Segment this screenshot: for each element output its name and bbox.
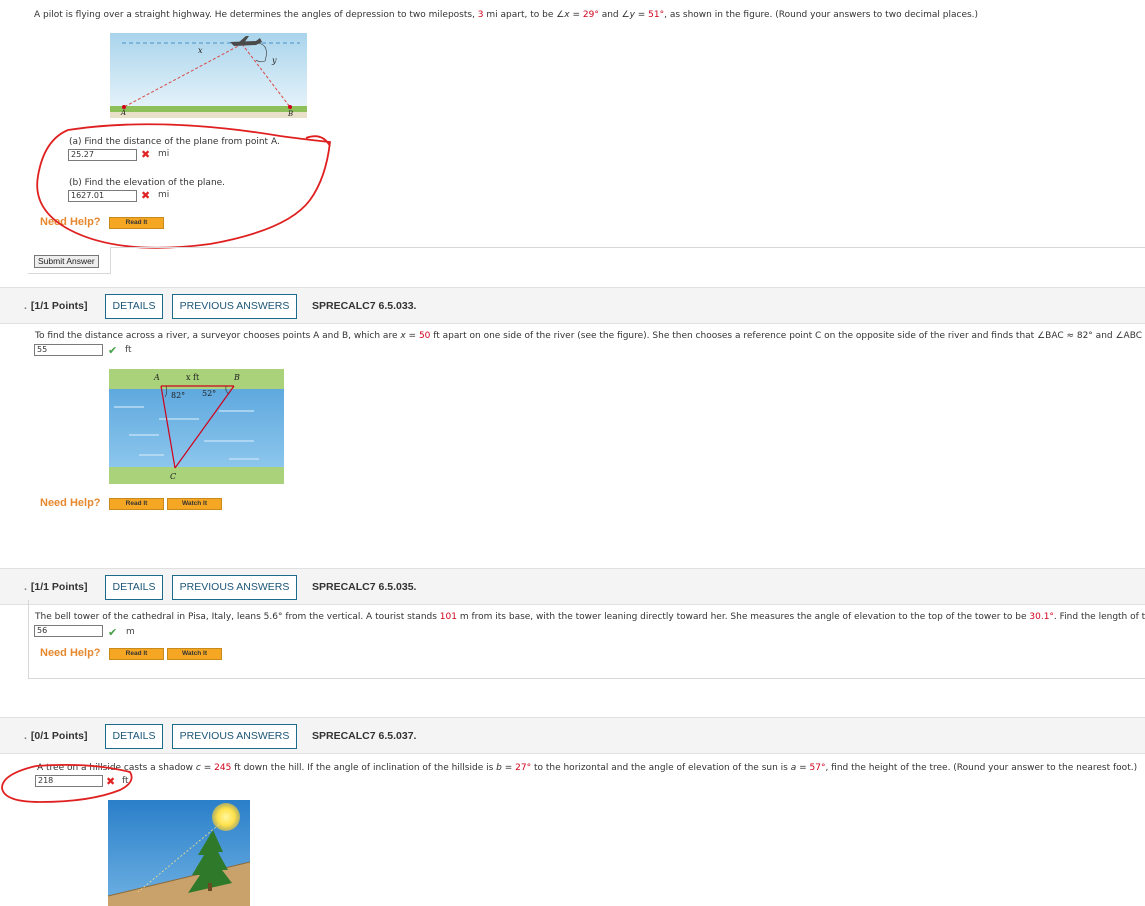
correct-check-icon: ✔ xyxy=(108,344,118,357)
q3-question-text: The bell tower of the cathedral in Pisa,… xyxy=(35,612,1145,622)
svg-text:y: y xyxy=(271,56,277,65)
q4-details-button[interactable]: DETAILS xyxy=(105,724,163,749)
submit-answer-button[interactable]: Submit Answer xyxy=(34,255,99,268)
q4-header-bar: [0/1 Points] DETAILS PREVIOUS ANSWERS SP… xyxy=(0,717,1145,754)
q3-details-button[interactable]: DETAILS xyxy=(105,575,163,600)
correct-check-icon: ✔ xyxy=(108,626,118,639)
q2-problem-code: SPRECALC7 6.5.033. xyxy=(312,300,417,312)
svg-text:x: x xyxy=(198,46,203,55)
svg-text:52°: 52° xyxy=(202,389,216,398)
q3-unit: m xyxy=(126,627,135,637)
q2-points: [1/1 Points] xyxy=(24,300,88,312)
q2-previous-answers-button[interactable]: PREVIOUS ANSWERS xyxy=(172,294,297,319)
q3-problem-code: SPRECALC7 6.5.035. xyxy=(312,581,417,593)
q4-question-text: A tree on a hillside casts a shadow c = … xyxy=(37,763,1138,773)
q3-header-bar: [1/1 Points] DETAILS PREVIOUS ANSWERS SP… xyxy=(0,568,1145,605)
q3-watch-it-button[interactable]: Watch It xyxy=(167,648,222,660)
q2-read-it-button[interactable]: Read It xyxy=(109,498,164,510)
q2-question-text: To find the distance across a river, a s… xyxy=(35,331,1145,341)
q1-question-text: A pilot is flying over a straight highwa… xyxy=(34,10,979,20)
svg-text:x ft: x ft xyxy=(186,373,200,382)
section-divider xyxy=(110,247,1145,248)
svg-text:82°: 82° xyxy=(171,391,185,400)
section-border xyxy=(110,247,111,274)
q3-read-it-button[interactable]: Read It xyxy=(109,648,164,660)
q3-points: [1/1 Points] xyxy=(24,581,88,593)
q2-header-bar: [1/1 Points] DETAILS PREVIOUS ANSWERS SP… xyxy=(0,287,1145,324)
q3-answer-input[interactable]: 56 xyxy=(34,625,103,637)
svg-text:C: C xyxy=(170,472,176,481)
svg-text:A: A xyxy=(120,109,126,117)
q4-tree-figure xyxy=(108,800,250,906)
q3-previous-answers-button[interactable]: PREVIOUS ANSWERS xyxy=(172,575,297,600)
section-border xyxy=(28,600,29,679)
section-divider xyxy=(28,678,1145,679)
svg-text:B: B xyxy=(287,110,293,118)
q4-points: [0/1 Points] xyxy=(24,730,88,742)
q4-problem-code: SPRECALC7 6.5.037. xyxy=(312,730,417,742)
q2-answer-input[interactable]: 55 xyxy=(34,344,103,356)
svg-text:B: B xyxy=(233,373,240,382)
q3-need-help: Need Help? xyxy=(40,647,101,659)
red-annotation-circle xyxy=(36,123,331,249)
q2-watch-it-button[interactable]: Watch It xyxy=(167,498,222,510)
q2-river-figure: A B C x ft 82° 52° xyxy=(109,369,284,484)
q2-details-button[interactable]: DETAILS xyxy=(105,294,163,319)
svg-text:A: A xyxy=(153,373,160,382)
q2-need-help: Need Help? xyxy=(40,497,101,509)
q1-plane-figure: x y A B xyxy=(110,33,307,118)
q4-previous-answers-button[interactable]: PREVIOUS ANSWERS xyxy=(172,724,297,749)
q2-unit: ft xyxy=(125,345,132,355)
section-divider xyxy=(28,273,111,274)
sun-icon xyxy=(212,803,240,831)
